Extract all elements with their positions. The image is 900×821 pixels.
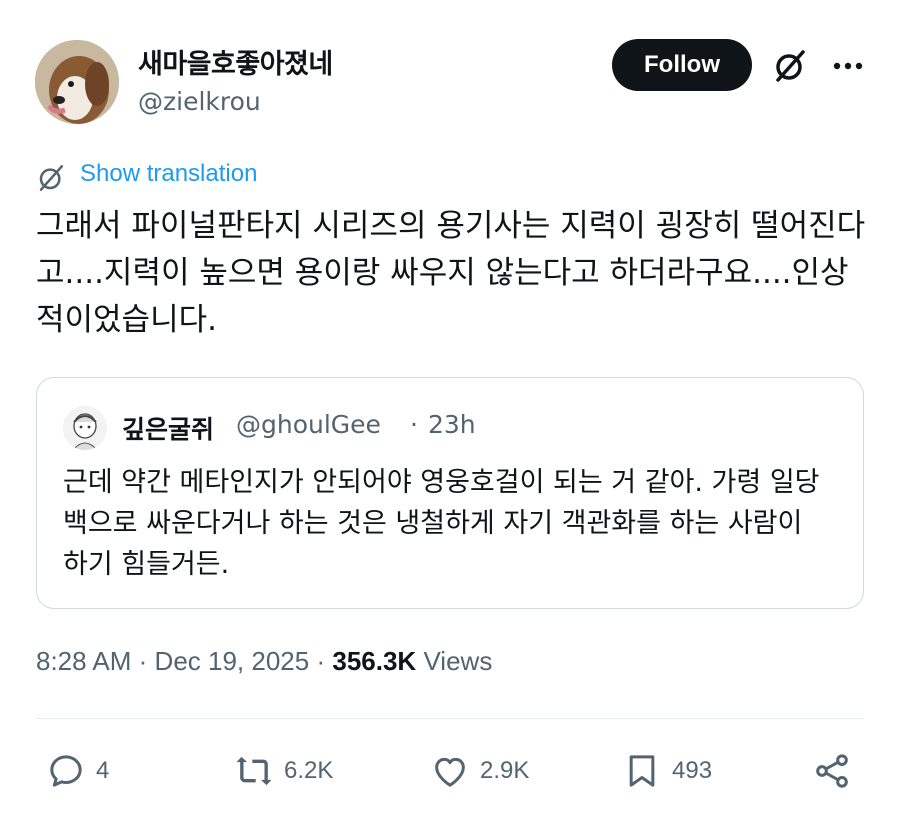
quoted-avatar-image [63, 406, 107, 450]
follow-button[interactable]: Follow [612, 39, 752, 91]
tweet-text: 그래서 파이널판타지 시리즈의 용기사는 지력이 굉장히 떨어진다고....지력… [36, 208, 866, 338]
bookmark-icon [629, 755, 655, 787]
quoted-display-name[interactable]: 깊은굴쥐 [122, 410, 214, 446]
reply-button[interactable]: 4 [46, 746, 109, 796]
bookmark-button[interactable]: 493 [622, 746, 712, 796]
more-icon[interactable] [826, 44, 870, 88]
quoted-handle[interactable]: @ghoulGee [236, 410, 381, 439]
repost-count: 6.2K [284, 757, 334, 784]
meta-separator: · [316, 646, 326, 676]
translate-icon [36, 163, 66, 193]
like-icon [435, 757, 465, 787]
like-button[interactable]: 2.9K [430, 746, 529, 796]
quoted-author-avatar[interactable] [63, 406, 107, 450]
post-time[interactable]: 8:28 AM [36, 646, 131, 676]
reply-count: 4 [96, 757, 110, 784]
meta-separator: · [138, 646, 148, 676]
share-button[interactable] [812, 746, 852, 796]
share-icon [816, 754, 848, 788]
grok-icon[interactable] [768, 44, 812, 88]
quoted-separator: · [410, 410, 418, 439]
views-count: 356.3K [332, 646, 417, 676]
bookmark-count: 493 [672, 757, 713, 784]
views-label: Views [423, 646, 493, 676]
quoted-tweet-text: 근데 약간 메타인지가 안되어야 영웅호걸이 되는 거 같아. 가령 일당백으로… [63, 467, 820, 580]
like-count: 2.9K [480, 757, 530, 784]
repost-icon [236, 756, 272, 786]
author-handle[interactable]: @zielkrou [138, 87, 261, 116]
show-translation-link[interactable]: Show translation [80, 160, 257, 188]
author-avatar-image [35, 40, 119, 124]
divider [36, 718, 864, 719]
tweet-meta: 8:28 AM · Dec 19, 2025 · 356.3K Views [36, 646, 492, 677]
quoted-timestamp[interactable]: 23h [428, 410, 476, 439]
post-date[interactable]: Dec 19, 2025 [155, 646, 310, 676]
author-avatar[interactable] [35, 40, 119, 124]
reply-icon [50, 755, 82, 787]
author-display-name[interactable]: 새마을호좋아졌네 [138, 42, 333, 81]
repost-button[interactable]: 6.2K [234, 746, 333, 796]
